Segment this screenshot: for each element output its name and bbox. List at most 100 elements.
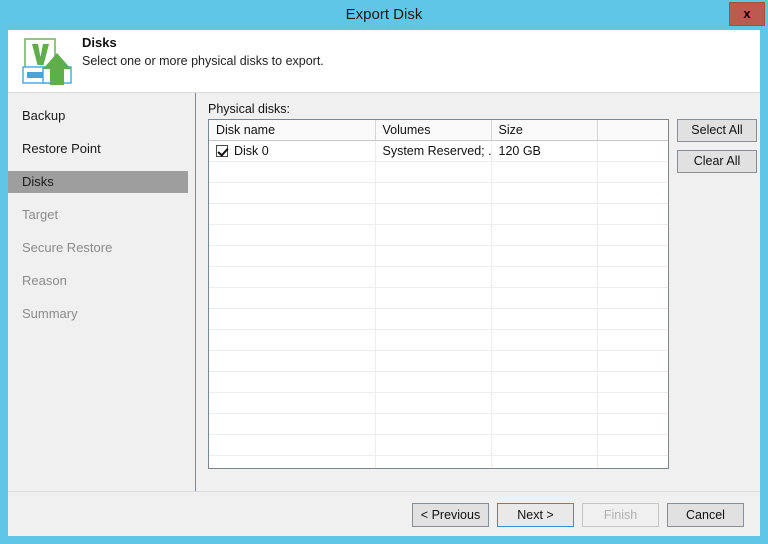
cell-empty — [597, 266, 668, 288]
cell-empty — [597, 371, 668, 393]
cell-empty — [597, 434, 668, 456]
page-subtitle: Select one or more physical disks to exp… — [82, 54, 324, 68]
cell-empty — [491, 392, 598, 414]
cell-empty — [491, 161, 598, 183]
cell-empty — [209, 182, 376, 204]
export-disk-dialog: Export Disk x Disks Select one or more p… — [0, 0, 768, 544]
dialog-content: Backup Restore Point Disks Target Secure Res… — [8, 93, 760, 491]
cell-empty — [491, 455, 598, 468]
cell-size: 120 GB — [491, 140, 598, 162]
sidebar-item-secure-restore[interactable]: Secure Restore — [8, 237, 188, 259]
cell-empty — [209, 266, 376, 288]
window-title: Export Disk — [345, 6, 423, 23]
clear-all-button[interactable]: Clear All — [677, 150, 757, 173]
table-row-empty[interactable] — [209, 224, 668, 246]
cell-empty — [375, 224, 492, 246]
close-icon[interactable]: x — [729, 2, 765, 26]
cell-empty — [597, 455, 668, 468]
cell-empty — [597, 224, 668, 246]
cell-empty — [491, 287, 598, 309]
cell-empty — [597, 308, 668, 330]
column-header-extra[interactable] — [597, 120, 668, 141]
cell-empty — [375, 413, 492, 435]
cell-empty — [375, 329, 492, 351]
sidebar-item-backup[interactable]: Backup — [8, 105, 188, 127]
sidebar-item-summary[interactable]: Summary — [8, 303, 188, 325]
cell-empty — [597, 329, 668, 351]
row-checkbox[interactable] — [216, 144, 228, 157]
table-row-empty[interactable] — [209, 266, 668, 288]
disk-name-label: Disk 0 — [234, 143, 269, 158]
sidebar-item-restore-point[interactable]: Restore Point — [8, 138, 188, 160]
cell-empty — [375, 161, 492, 183]
table-header-row: Disk name Volumes Size — [209, 120, 668, 141]
cancel-button[interactable]: Cancel — [667, 503, 744, 527]
cell-extra — [597, 140, 668, 162]
table-row-empty[interactable] — [209, 350, 668, 372]
table-row-empty[interactable] — [209, 329, 668, 351]
column-header-size[interactable]: Size — [491, 120, 598, 141]
cell-volumes: System Reserved; ... — [375, 140, 492, 162]
previous-button[interactable]: < Previous — [412, 503, 489, 527]
cell-empty — [209, 434, 376, 456]
column-header-disk-name[interactable]: Disk name — [209, 120, 376, 141]
physical-disks-table[interactable]: Disk name Volumes Size Disk 0 System Rese… — [208, 119, 669, 469]
page-title: Disks — [82, 35, 117, 50]
table-row-empty[interactable] — [209, 161, 668, 183]
cell-empty — [209, 224, 376, 246]
cell-empty — [597, 287, 668, 309]
disk-grid-body: Disk 0 System Reserved; ... 120 GB — [209, 140, 668, 468]
cell-empty — [491, 329, 598, 351]
cell-empty — [491, 434, 598, 456]
sidebar-item-reason[interactable]: Reason — [8, 270, 188, 292]
cell-empty — [375, 245, 492, 267]
dialog-body: Disks Select one or more physical disks … — [8, 30, 760, 536]
table-row-empty[interactable] — [209, 455, 668, 468]
title-bar: Export Disk x — [0, 0, 768, 30]
sidebar-item-target[interactable]: Target — [8, 204, 188, 226]
cell-empty — [209, 287, 376, 309]
table-row-empty[interactable] — [209, 413, 668, 435]
cell-empty — [209, 350, 376, 372]
table-row-empty[interactable] — [209, 245, 668, 267]
dialog-footer: < Previous Next > Finish Cancel — [8, 491, 760, 536]
table-row-empty[interactable] — [209, 287, 668, 309]
cell-empty — [491, 266, 598, 288]
next-button[interactable]: Next > — [497, 503, 574, 527]
dialog-header: Disks Select one or more physical disks … — [8, 30, 760, 93]
disk-grid-head: Disk name Volumes Size — [209, 120, 668, 141]
cell-empty — [491, 308, 598, 330]
cell-empty — [597, 245, 668, 267]
table-row-empty[interactable] — [209, 203, 668, 225]
veeam-export-disk-icon — [21, 37, 73, 87]
cell-empty — [375, 392, 492, 414]
cell-empty — [375, 434, 492, 456]
cell-empty — [375, 266, 492, 288]
table-row-empty[interactable] — [209, 371, 668, 393]
table-row-empty[interactable] — [209, 434, 668, 456]
table-row[interactable]: Disk 0 System Reserved; ... 120 GB — [209, 140, 668, 162]
column-header-volumes[interactable]: Volumes — [375, 120, 492, 141]
cell-empty — [597, 182, 668, 204]
table-row-empty[interactable] — [209, 392, 668, 414]
cell-empty — [209, 245, 376, 267]
cell-empty — [597, 203, 668, 225]
cell-empty — [209, 392, 376, 414]
cell-empty — [209, 203, 376, 225]
sidebar-item-disks[interactable]: Disks — [8, 171, 188, 193]
disks-pane: Physical disks: Disk name Volumes Size D… — [196, 93, 760, 491]
cell-empty — [597, 392, 668, 414]
cell-empty — [375, 308, 492, 330]
cell-disk-name[interactable]: Disk 0 — [209, 140, 376, 162]
cell-empty — [491, 413, 598, 435]
table-row-empty[interactable] — [209, 182, 668, 204]
cell-empty — [209, 161, 376, 183]
table-row-empty[interactable] — [209, 308, 668, 330]
cell-empty — [597, 350, 668, 372]
cell-empty — [491, 371, 598, 393]
cell-empty — [491, 224, 598, 246]
cell-empty — [491, 203, 598, 225]
disk-grid: Disk name Volumes Size Disk 0 System Rese… — [209, 120, 668, 468]
cell-empty — [491, 182, 598, 204]
select-all-button[interactable]: Select All — [677, 119, 757, 142]
